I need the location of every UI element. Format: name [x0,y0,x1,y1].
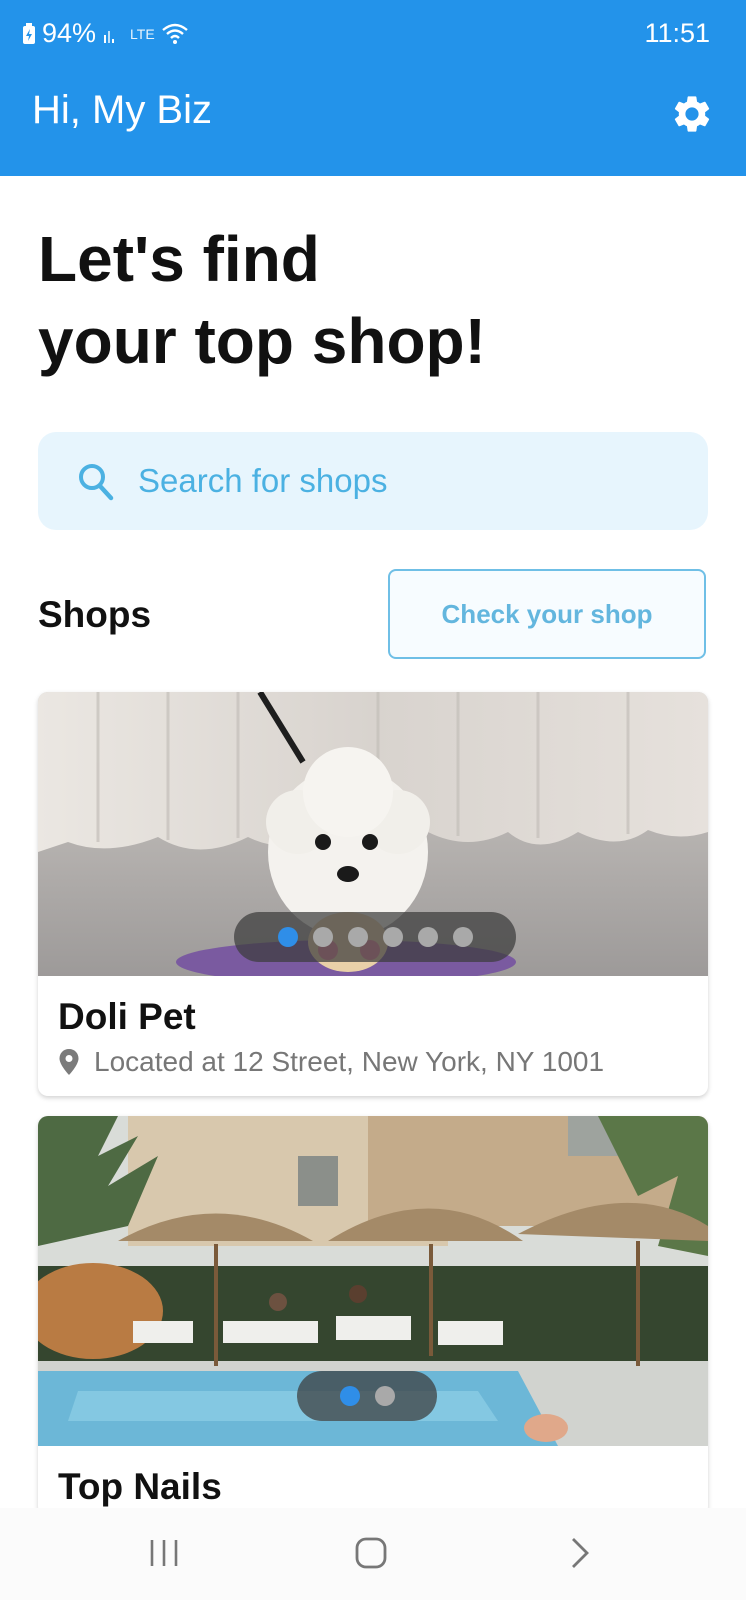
carousel-dot[interactable] [347,927,368,947]
shop-address: Located at 12 Street, New York, NY 1001 [94,1046,605,1077]
shop-address-row: Located at 12 Street, New York, NY 1001 [58,1046,604,1078]
greeting-title: Hi, My Biz [32,88,212,132]
carousel-indicator [234,912,516,962]
search-icon [79,464,114,501]
headline-line-1: Let's find [38,223,320,295]
top-app-bar: 94% LTE 11:51 Hi, My Biz [0,0,746,176]
shop-card-doli-pet[interactable]: Doli Pet Located at 12 Street, New York,… [38,692,708,1096]
status-left: 94% LTE [22,18,189,49]
shop-name: Top Nails [58,1466,222,1507]
carousel-dot[interactable] [452,927,473,947]
shop-card-top-nails[interactable]: Top Nails [38,1116,708,1516]
system-nav-bar [0,1508,746,1600]
carousel-dot[interactable] [374,1386,395,1406]
clock: 11:51 [644,18,710,48]
search-placeholder: Search for shops [138,462,388,499]
battery-charging-icon [23,22,35,44]
page-headline: Let's find your top shop! [38,218,486,382]
shop-image-carousel[interactable] [38,1116,708,1446]
home-icon[interactable] [354,1536,388,1570]
shops-section-title: Shops [38,594,152,635]
carousel-dot[interactable] [417,927,438,947]
carousel-dot[interactable] [339,1386,360,1406]
check-your-shop-button[interactable]: Check your shop [388,569,706,659]
carousel-dot[interactable] [382,927,403,947]
carousel-dot[interactable] [312,927,333,947]
back-icon[interactable] [568,1536,592,1570]
lte-label: LTE [130,25,155,42]
location-pin-icon [59,1049,79,1075]
wifi-icon [161,23,188,44]
shop-image-carousel[interactable] [38,692,708,976]
carousel-dot[interactable] [277,927,298,947]
shop-name: Doli Pet [58,996,196,1037]
gear-icon[interactable] [670,92,714,136]
battery-percent: 94% [42,18,97,48]
headline-line-2: your top shop! [38,305,486,377]
recents-icon[interactable] [148,1536,180,1570]
search-input[interactable]: Search for shops [38,432,708,530]
signal-icon [104,30,115,43]
status-bar: 94% LTE 11:51 [0,0,746,64]
carousel-indicator [297,1371,437,1421]
